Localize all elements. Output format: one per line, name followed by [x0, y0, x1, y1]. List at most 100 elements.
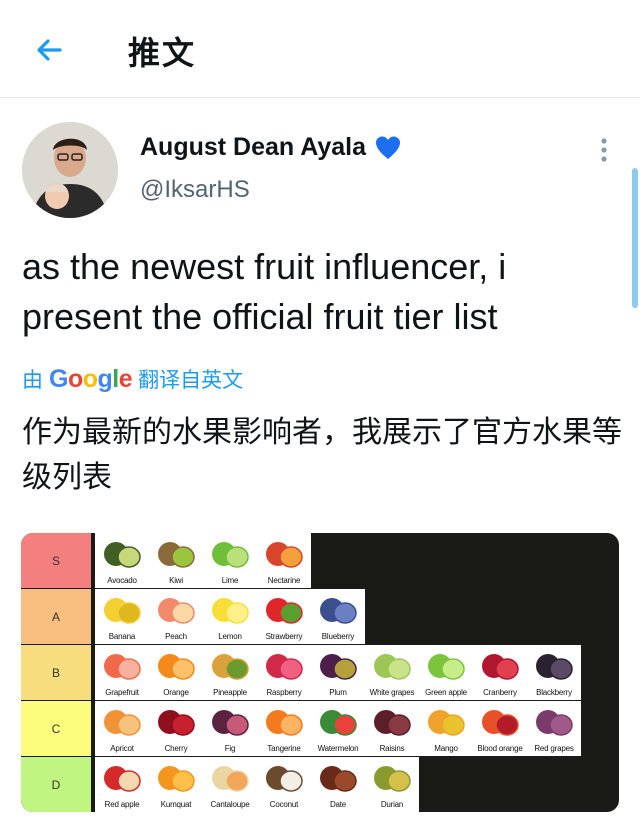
author-name-text: August Dean Ayala [140, 133, 366, 161]
fruit-item: Grapefruit [95, 645, 149, 700]
watermelon-icon [320, 710, 357, 736]
tweet-text: as the newest fruit influencer, i presen… [22, 246, 507, 337]
fruit-caption: Raspberry [266, 688, 302, 697]
fruit-caption: Banana [108, 632, 136, 641]
fruit-item: Nectarine [257, 533, 311, 588]
translate-suffix: 翻译自英文 [138, 368, 244, 392]
tier-label: D [21, 757, 93, 812]
fruit-item: Cranberry [473, 645, 527, 700]
peach-icon [158, 598, 195, 624]
fruit-item: Strawberry [257, 589, 311, 644]
scrollbar[interactable] [632, 168, 638, 308]
plum-icon [320, 654, 357, 680]
fruit-item: Blackberry [527, 645, 581, 700]
durian-icon [374, 766, 411, 792]
translated-text: 作为最新的水果影响者，我展示了官方水果等级列表 [22, 415, 622, 495]
fruit-caption: Blood orange [477, 744, 523, 753]
tier-row-a: A Banana Peach Lemon Strawberry Blueberry [21, 589, 619, 644]
fruit-item: Raisins [365, 701, 419, 756]
tier-row-s: S Avocado Kiwi Lime Nectarine [21, 533, 619, 588]
banana-icon [104, 598, 141, 624]
translation-attribution[interactable]: 由 Google 翻译自英文 [22, 364, 243, 394]
fig-icon [212, 710, 249, 736]
fruit-caption: Fig [224, 744, 236, 753]
fruit-caption: White grapes [369, 688, 415, 697]
lemon-icon [212, 598, 249, 624]
blood-orange-icon [482, 710, 519, 736]
raspberry-icon [266, 654, 303, 680]
fruit-caption: Red apple [104, 800, 140, 809]
date-icon [320, 766, 357, 792]
cranberry-icon [482, 654, 519, 680]
kiwi-icon [158, 542, 195, 568]
fruit-item: Durian [365, 757, 419, 812]
orange-icon [158, 654, 195, 680]
fruit-item: Cherry [149, 701, 203, 756]
fruit-caption: Lemon [218, 632, 242, 641]
fruit-caption: Tangerine [267, 744, 301, 753]
author-name[interactable]: August Dean Ayala [140, 133, 402, 162]
fruit-caption: Apricot [110, 744, 134, 753]
fruit-caption: Avocado [107, 576, 137, 585]
fruit-caption: Plum [329, 688, 347, 697]
fruit-caption: Blueberry [321, 632, 355, 641]
more-options-icon[interactable] [594, 136, 614, 164]
fruit-item: White grapes [365, 645, 419, 700]
kumquat-icon [158, 766, 195, 792]
fruit-item: Peach [149, 589, 203, 644]
fruit-item: Watermelon [311, 701, 365, 756]
avatar[interactable] [22, 122, 118, 218]
apricot-icon [104, 710, 141, 736]
red-grapes-icon [536, 710, 573, 736]
avocado-icon [104, 542, 141, 568]
tier-row-c: C Apricot Cherry Fig Tangerine Watermelon Rais… [21, 701, 619, 756]
fruit-item: Red grapes [527, 701, 581, 756]
fruit-item: Fig [203, 701, 257, 756]
fruit-caption: Pineapple [213, 688, 247, 697]
nectarine-icon [266, 542, 303, 568]
fruit-caption: Cantaloupe [210, 800, 250, 809]
tier-label: S [21, 533, 93, 588]
red-apple-icon [104, 766, 141, 792]
fruit-caption: Watermelon [317, 744, 359, 753]
tier-label: B [21, 645, 93, 700]
fruit-item: Orange [149, 645, 203, 700]
author-handle[interactable]: @IksarHS [140, 176, 250, 204]
green-apple-icon [428, 654, 465, 680]
avatar-image-icon [22, 122, 118, 218]
coconut-icon [266, 766, 303, 792]
fruit-item: Red apple [95, 757, 149, 812]
fruit-item: Blood orange [473, 701, 527, 756]
fruit-item: Plum [311, 645, 365, 700]
fruit-item: Coconut [257, 757, 311, 812]
fruit-caption: Grapefruit [105, 688, 139, 697]
translate-prefix: 由 [22, 368, 43, 392]
fruit-caption: Green apple [425, 688, 467, 697]
fruit-caption: Durian [380, 800, 404, 809]
fruit-item: Kumquat [149, 757, 203, 812]
fruit-caption: Lime [221, 576, 239, 585]
fruit-item: Pineapple [203, 645, 257, 700]
cherry-icon [158, 710, 195, 736]
tangerine-icon [266, 710, 303, 736]
fruit-item: Lemon [203, 589, 257, 644]
blueberry-icon [320, 598, 357, 624]
page-bottom [0, 818, 640, 831]
back-arrow-icon[interactable] [30, 30, 70, 70]
fruit-item: Green apple [419, 645, 473, 700]
tier-items: Avocado Kiwi Lime Nectarine [95, 533, 311, 588]
google-logo: Google [49, 364, 133, 393]
tier-items: Red apple Kumquat Cantaloupe Coconut Date Dur… [95, 757, 419, 812]
raisins-icon [374, 710, 411, 736]
fruit-caption: Strawberry [265, 632, 303, 641]
fruit-item: Banana [95, 589, 149, 644]
verified-heart-icon [375, 136, 400, 159]
page-title: 推文 [128, 34, 197, 72]
fruit-caption: Mango [434, 744, 458, 753]
fruit-item: Avocado [95, 533, 149, 588]
white-grapes-icon [374, 654, 411, 680]
fruit-caption: Date [329, 800, 347, 809]
fruit-item: Raspberry [257, 645, 311, 700]
tier-list-image[interactable]: S Avocado Kiwi Lime Nectarine A Banana Peach Lem… [21, 533, 619, 812]
blackberry-icon [536, 654, 573, 680]
